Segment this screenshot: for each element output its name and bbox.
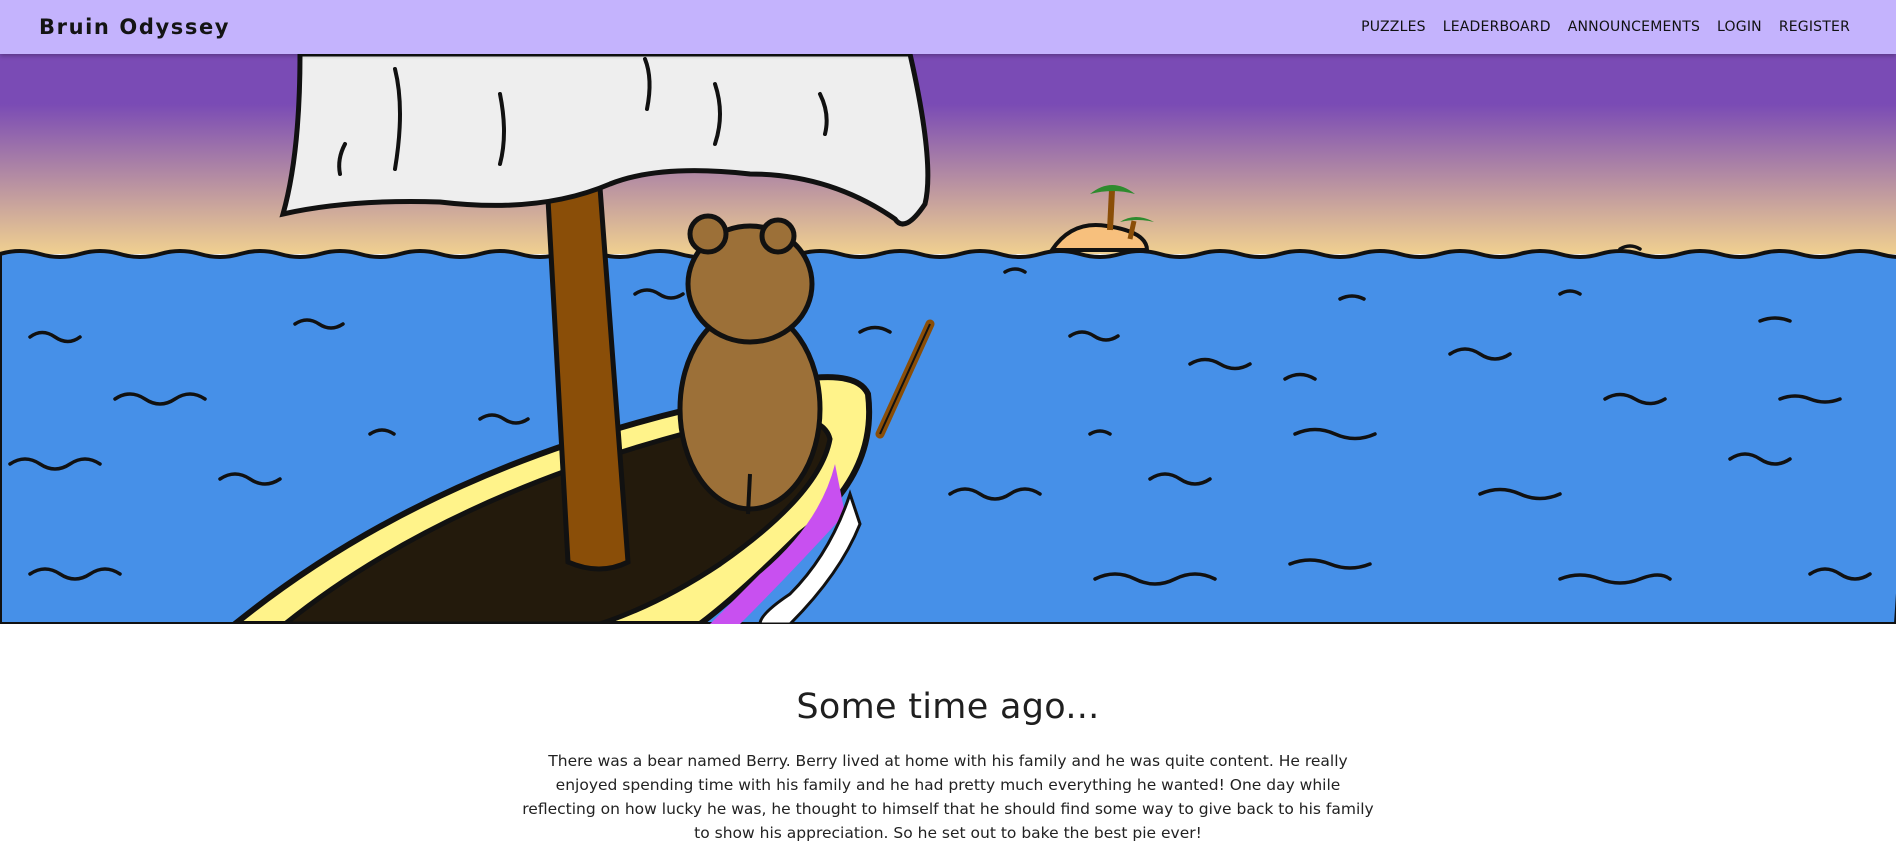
story-heading: Some time ago... [796, 687, 1100, 727]
site-brand-link[interactable]: Bruin Odyssey [39, 15, 230, 39]
nav-links: PUZZLES LEADERBOARD ANNOUNCEMENTS LOGIN … [1361, 19, 1850, 35]
bear [677, 213, 823, 515]
nav-link-leaderboard[interactable]: LEADERBOARD [1443, 19, 1551, 35]
nav-link-login[interactable]: LOGIN [1717, 19, 1762, 35]
nav-link-register[interactable]: REGISTER [1779, 19, 1850, 35]
top-navbar: Bruin Odyssey PUZZLES LEADERBOARD ANNOUN… [0, 0, 1896, 54]
hero-banner [0, 54, 1896, 624]
sky [0, 54, 1896, 254]
nav-link-announcements[interactable]: ANNOUNCEMENTS [1568, 19, 1700, 35]
nav-link-puzzles[interactable]: PUZZLES [1361, 19, 1426, 35]
story-section: Some time ago... There was a bear named … [0, 624, 1896, 845]
hero-illustration [0, 54, 1896, 624]
story-paragraph: There was a bear named Berry. Berry live… [522, 752, 1374, 842]
sea [0, 249, 1896, 624]
